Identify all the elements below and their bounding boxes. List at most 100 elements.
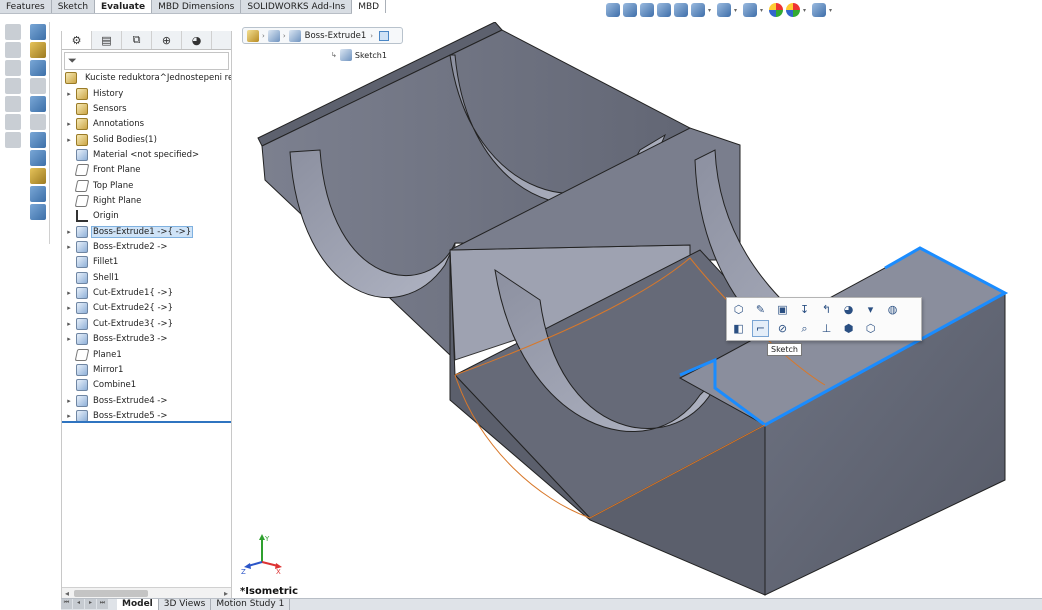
expand-arrow-icon[interactable]: ▸ bbox=[62, 90, 76, 98]
edit-feature-icon[interactable]: ✎ bbox=[752, 301, 769, 318]
expand-arrow-icon[interactable]: ▸ bbox=[62, 397, 76, 405]
zoom-to-fit-icon[interactable] bbox=[606, 3, 620, 17]
statistics-icon[interactable] bbox=[4, 114, 21, 130]
expand-arrow-icon[interactable]: ▸ bbox=[62, 136, 76, 144]
tree-item-plane1[interactable]: Plane1 bbox=[62, 347, 231, 362]
measure-icon[interactable] bbox=[4, 24, 21, 40]
3d-view-icon[interactable] bbox=[29, 24, 46, 40]
expand-arrow-icon[interactable]: ▸ bbox=[62, 335, 76, 343]
view-orientation-dropdown-icon[interactable]: ▾ bbox=[708, 7, 714, 14]
tree-item-solid-bodies-1[interactable]: ▸ Solid Bodies(1) bbox=[62, 132, 231, 147]
tab-features[interactable]: Features bbox=[0, 0, 52, 13]
scroll-left-icon[interactable]: ◂ bbox=[65, 589, 69, 598]
expand-arrow-icon[interactable]: ▸ bbox=[62, 320, 76, 328]
normal-to-icon[interactable]: ⬡ bbox=[730, 301, 747, 318]
curvature-icon[interactable] bbox=[29, 186, 46, 202]
check-icon[interactable] bbox=[4, 132, 21, 148]
draft-analysis-icon[interactable] bbox=[29, 132, 46, 148]
previous-tab-icon[interactable]: ◂ bbox=[73, 599, 84, 609]
zoom-icon[interactable]: ⌕ bbox=[796, 320, 813, 337]
hole-alignment-icon[interactable] bbox=[29, 96, 46, 112]
tree-item-sensors[interactable]: Sensors bbox=[62, 101, 231, 116]
mass-properties-icon[interactable] bbox=[4, 60, 21, 76]
tab-solidworks-add-ins[interactable]: SOLIDWORKS Add-Ins bbox=[241, 0, 353, 13]
tree-item-history[interactable]: ▸ History bbox=[62, 86, 231, 101]
tree-item-boss-extrude3[interactable]: ▸ Boss-Extrude3 -> bbox=[62, 332, 231, 347]
scroll-right-icon[interactable]: ▸ bbox=[224, 589, 228, 598]
property-manager-tab-icon[interactable]: ▤ bbox=[92, 31, 122, 49]
zoom-to-selection-icon[interactable]: ⊘ bbox=[774, 320, 791, 337]
tab-evaluate[interactable]: Evaluate bbox=[95, 0, 153, 13]
tree-item-combine1[interactable]: Combine1 bbox=[62, 378, 231, 393]
scene-dropdown-icon[interactable]: ▾ bbox=[803, 7, 809, 14]
tab-3d-views[interactable]: 3D Views bbox=[159, 599, 212, 610]
extrude-icon[interactable] bbox=[288, 29, 301, 42]
expand-arrow-icon[interactable]: ▸ bbox=[62, 412, 76, 420]
section-properties-icon[interactable] bbox=[4, 78, 21, 94]
expand-arrow-icon[interactable]: ▸ bbox=[62, 304, 76, 312]
edit-appearance-icon[interactable] bbox=[769, 3, 783, 17]
body-icon[interactable] bbox=[267, 29, 280, 42]
apply-scene-icon[interactable] bbox=[786, 3, 800, 17]
tree-item-top-plane[interactable]: Top Plane bbox=[62, 178, 231, 193]
hide-show-items-icon[interactable] bbox=[743, 3, 757, 17]
expand-arrow-icon[interactable]: ▸ bbox=[62, 228, 76, 236]
tree-item-cut-extrude3[interactable]: ▸ Cut-Extrude3{ ->} bbox=[62, 316, 231, 331]
tab-sketch[interactable]: Sketch bbox=[52, 0, 96, 13]
clearance-icon[interactable] bbox=[29, 78, 46, 94]
display-manager-tab-icon[interactable]: ◕ bbox=[182, 31, 212, 49]
rollback-bar[interactable] bbox=[62, 421, 231, 423]
view-settings-dropdown-icon[interactable]: ▾ bbox=[829, 7, 835, 14]
expand-arrow-icon[interactable]: ▸ bbox=[62, 289, 76, 297]
color-icon[interactable]: ◍ bbox=[884, 301, 901, 318]
first-tab-icon[interactable]: ⏮ bbox=[61, 599, 72, 609]
part-icon[interactable] bbox=[247, 29, 259, 42]
tab-mbd[interactable]: MBD bbox=[352, 0, 387, 13]
undercut-icon[interactable] bbox=[29, 150, 46, 166]
rollback-icon[interactable]: ↧ bbox=[796, 301, 813, 318]
tree-item-boss-extrude1[interactable]: ▸ Boss-Extrude1 ->{ ->} bbox=[62, 224, 231, 239]
appearance-dropdown-icon[interactable]: ▾ bbox=[862, 301, 879, 318]
breadcrumb-feature[interactable]: Boss-Extrude1 bbox=[304, 31, 368, 41]
sketch-icon[interactable]: ⌐ bbox=[752, 320, 769, 337]
breadcrumb-sketch[interactable]: ↳ Sketch1 bbox=[331, 49, 387, 61]
normal-to-plane-icon[interactable]: ⊥ bbox=[818, 320, 835, 337]
view-orientation-icon[interactable] bbox=[691, 3, 705, 17]
part-root[interactable]: Kuciste reduktora^Jednostepeni reduk bbox=[62, 70, 231, 86]
feature-manager-tab-icon[interactable]: ⚙ bbox=[62, 31, 92, 49]
symmetry-check-icon[interactable] bbox=[29, 204, 46, 220]
configuration-manager-tab-icon[interactable]: ⧉ bbox=[122, 31, 152, 49]
display-style-dropdown-icon[interactable]: ▾ bbox=[734, 7, 740, 14]
face-icon[interactable] bbox=[379, 30, 390, 41]
tab-motion-study-1[interactable]: Motion Study 1 bbox=[211, 599, 291, 610]
view-orientation-icon[interactable]: ⬡ bbox=[862, 320, 879, 337]
tab-model[interactable]: Model bbox=[117, 599, 159, 610]
hide-icon[interactable]: ◧ bbox=[730, 320, 747, 337]
expand-arrow-icon[interactable]: ▸ bbox=[62, 243, 76, 251]
appearance-icon[interactable]: ◕ bbox=[840, 301, 857, 318]
next-tab-icon[interactable]: ▸ bbox=[85, 599, 96, 609]
tree-item-fillet1[interactable]: Fillet1 bbox=[62, 255, 231, 270]
section-view-icon[interactable] bbox=[657, 3, 671, 17]
tree-item-boss-extrude2[interactable]: ▸ Boss-Extrude2 -> bbox=[62, 239, 231, 254]
tree-item-cut-extrude2[interactable]: ▸ Cut-Extrude2{ ->} bbox=[62, 301, 231, 316]
tree-item-front-plane[interactable]: Front Plane bbox=[62, 163, 231, 178]
display-style-icon[interactable] bbox=[717, 3, 731, 17]
interference-icon[interactable] bbox=[29, 60, 46, 76]
zoom-to-area-icon[interactable] bbox=[623, 3, 637, 17]
tree-item-boss-extrude4[interactable]: ▸ Boss-Extrude4 -> bbox=[62, 393, 231, 408]
tree-item-shell1[interactable]: Shell1 bbox=[62, 270, 231, 285]
zebra-stripes-icon[interactable] bbox=[29, 168, 46, 184]
thickness-icon[interactable] bbox=[29, 114, 46, 130]
filter-input[interactable]: ⏷ bbox=[64, 52, 229, 70]
parent-child-icon[interactable]: ↰ bbox=[818, 301, 835, 318]
last-tab-icon[interactable]: ⏭ bbox=[97, 599, 108, 609]
tree-item-origin[interactable]: Origin bbox=[62, 209, 231, 224]
hide-show-dropdown-icon[interactable]: ▾ bbox=[760, 7, 766, 14]
tab-mbd-dimensions[interactable]: MBD Dimensions bbox=[152, 0, 242, 13]
dynamic-annotation-icon[interactable] bbox=[674, 3, 688, 17]
markup-icon[interactable] bbox=[4, 42, 21, 58]
sensor-icon[interactable] bbox=[4, 96, 21, 112]
tree-item-mirror1[interactable]: Mirror1 bbox=[62, 362, 231, 377]
dimxpert-manager-tab-icon[interactable]: ⊕ bbox=[152, 31, 182, 49]
